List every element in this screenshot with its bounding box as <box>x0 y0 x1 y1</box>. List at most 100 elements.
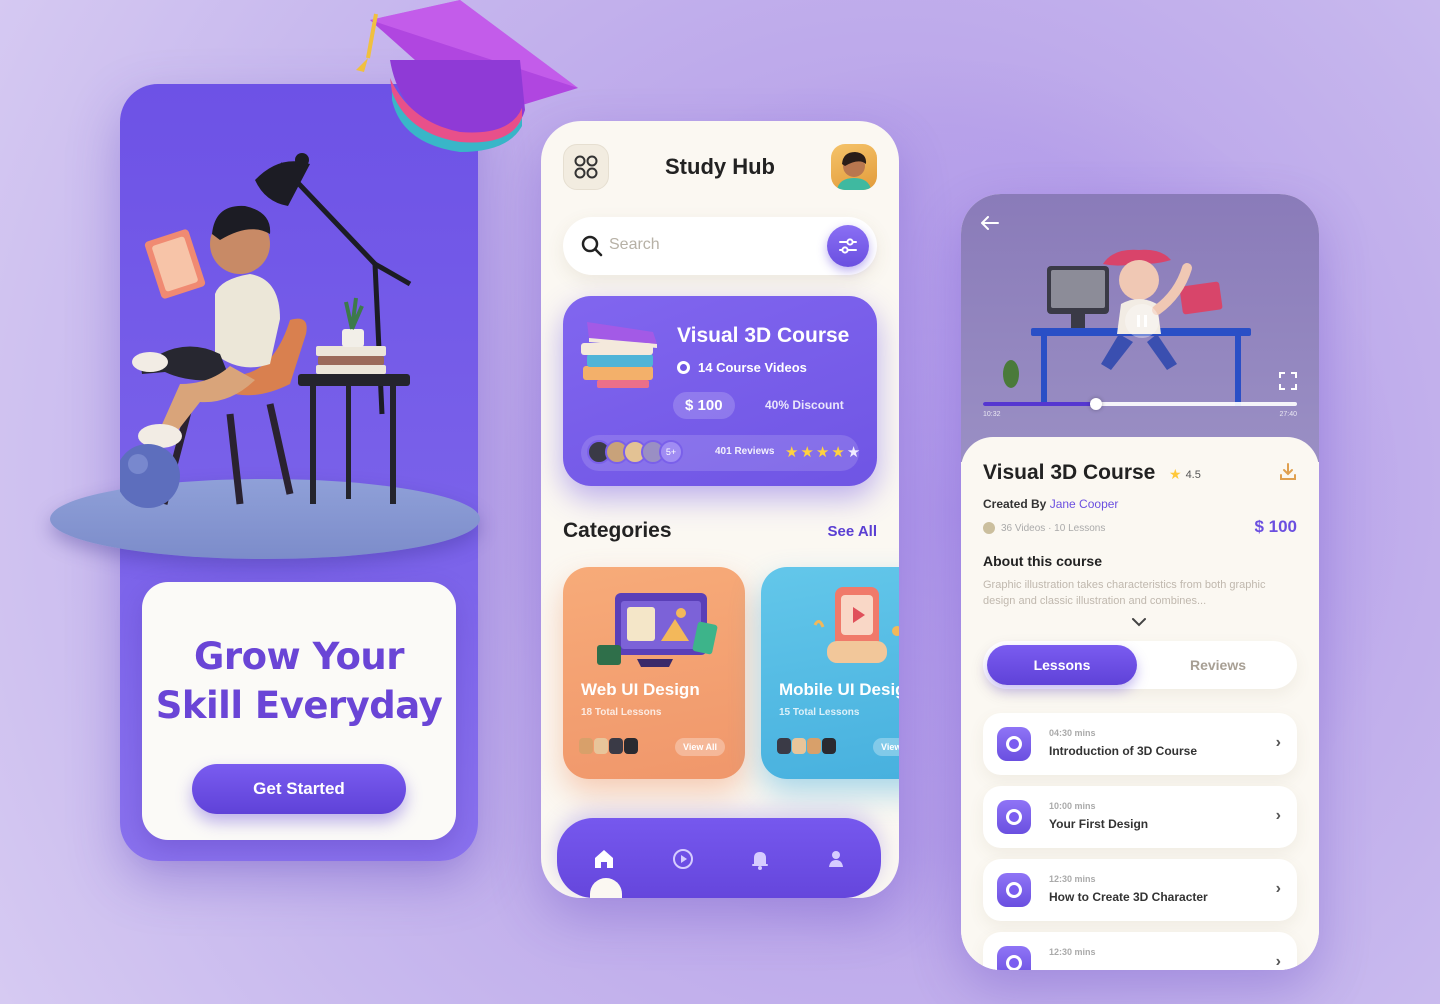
course-rating: ★ 4.5 <box>1169 466 1201 483</box>
lesson-duration: 10:00 mins <box>1049 801 1096 811</box>
course-price: $ 100 <box>1254 517 1297 536</box>
created-by-label: Created By <box>983 497 1047 511</box>
course-detail-screen: 10:32 27:40 Visual 3D Course ★ 4.5 Creat… <box>961 194 1319 970</box>
chevron-right-icon: › <box>1275 734 1281 751</box>
video-player[interactable]: 10:32 27:40 <box>961 194 1319 462</box>
active-nav-indicator <box>590 878 622 898</box>
home-icon[interactable] <box>589 844 619 874</box>
category-card-web-ui[interactable]: Web UI Design 18 Total Lessons View All <box>563 567 745 779</box>
play-icon <box>997 946 1031 970</box>
fullscreen-icon[interactable] <box>1279 372 1297 390</box>
course-author: Created By Jane Cooper <box>983 497 1118 511</box>
search-icon <box>581 235 603 257</box>
lesson-title: How to Create 3D Character <box>1049 890 1208 904</box>
more-avatars-badge: 5+ <box>659 440 683 464</box>
bottom-nav <box>557 818 881 898</box>
course-discount: 40% Discount <box>765 398 844 412</box>
lesson-item[interactable]: 12:30 mins › <box>983 932 1297 970</box>
avatar <box>594 738 608 754</box>
avatar <box>807 738 821 754</box>
profile-icon[interactable] <box>821 844 851 874</box>
video-progress-knob[interactable] <box>1090 398 1103 410</box>
about-text: Graphic illustration takes characteristi… <box>983 579 1266 607</box>
star-icon: ★ <box>800 444 816 461</box>
onboarding-card: Grow Your Skill Everyday Get Started <box>142 582 456 840</box>
category-avatars <box>579 738 639 754</box>
mobile-design-illustration <box>813 587 899 663</box>
avatar <box>777 738 791 754</box>
chevron-right-icon: › <box>1275 880 1281 897</box>
tab-lessons[interactable]: Lessons <box>987 645 1137 685</box>
course-detail-sheet: Visual 3D Course ★ 4.5 Created By Jane C… <box>961 437 1319 970</box>
play-icon <box>997 800 1031 834</box>
category-lessons: 18 Total Lessons <box>581 707 662 718</box>
avatar <box>579 738 593 754</box>
star-icon: ★ <box>815 444 832 461</box>
onboarding-screen: Grow Your Skill Everyday Get Started <box>50 84 480 861</box>
download-icon[interactable] <box>1279 463 1297 481</box>
chevron-right-icon: › <box>1275 953 1281 970</box>
star-icon: ★ <box>846 444 863 461</box>
category-card-mobile-ui[interactable]: Mobile UI Design 15 Total Lessons View <box>761 567 899 779</box>
lesson-item[interactable]: 10:00 mins Your First Design › <box>983 786 1297 848</box>
course-price: $ 100 <box>673 392 735 419</box>
course-meta: 36 Videos · 10 Lessons <box>983 522 1105 534</box>
category-name: Web UI Design <box>581 680 700 699</box>
top-bar: Study Hub <box>563 144 877 192</box>
time-elapsed: 10:32 <box>983 411 1001 418</box>
course-meta-text: 36 Videos · 10 Lessons <box>1001 522 1106 534</box>
pause-icon[interactable] <box>1125 304 1159 338</box>
reviewer-avatars: 5+ <box>587 440 683 464</box>
play-icon <box>997 873 1031 907</box>
lesson-duration: 12:30 mins <box>1049 947 1096 957</box>
review-row: 5+ 401 Reviews ★★★★★ <box>581 435 862 471</box>
course-videos: 14 Course Videos <box>677 360 807 375</box>
home-screen: Study Hub Search Visual 3D Course 14 Cou… <box>541 121 899 898</box>
review-count: 401 Reviews <box>715 446 775 457</box>
course-tabs: Lessons Reviews <box>983 641 1297 689</box>
lesson-item[interactable]: 12:30 mins How to Create 3D Character › <box>983 859 1297 921</box>
featured-course-card[interactable]: Visual 3D Course 14 Course Videos $ 100 … <box>563 296 877 486</box>
bell-icon[interactable] <box>745 844 775 874</box>
lesson-item[interactable]: 04:30 mins Introduction of 3D Course › <box>983 713 1297 775</box>
web-design-illustration <box>597 593 718 667</box>
avatar[interactable] <box>831 144 877 190</box>
avatar <box>822 738 836 754</box>
lesson-title: Introduction of 3D Course <box>1049 744 1197 758</box>
play-icon <box>997 727 1031 761</box>
tab-reviews[interactable]: Reviews <box>1143 645 1293 685</box>
avatar <box>609 738 623 754</box>
lesson-duration: 04:30 mins <box>1049 728 1096 738</box>
search-input[interactable]: Search <box>609 236 660 254</box>
rating-value: 4.5 <box>1185 468 1201 481</box>
get-started-button[interactable]: Get Started <box>192 764 406 814</box>
categories-title: Categories <box>563 519 672 542</box>
lesson-title: Your First Design <box>1049 817 1149 831</box>
avatar <box>792 738 806 754</box>
back-arrow-icon[interactable] <box>981 216 999 230</box>
see-all-link[interactable]: See All <box>828 523 877 540</box>
play-icon[interactable] <box>668 844 698 874</box>
lesson-duration: 12:30 mins <box>1049 874 1096 884</box>
time-total: 27:40 <box>1279 411 1297 418</box>
filter-icon[interactable] <box>827 225 869 267</box>
video-progress-bar[interactable] <box>983 398 1297 410</box>
search-bar[interactable]: Search <box>563 217 877 275</box>
category-avatars <box>777 738 837 754</box>
headline-line-1: Grow Your <box>193 635 405 678</box>
video-progress-fill <box>983 402 1097 406</box>
headline-line-2: Skill Everyday <box>155 684 443 727</box>
course-title: Visual 3D Course <box>983 461 1156 484</box>
books-illustration <box>581 322 657 388</box>
rating-stars: ★★★★★ <box>785 443 862 461</box>
avatar <box>624 738 638 754</box>
meta-icon <box>983 522 995 534</box>
course-title: Visual 3D Course <box>677 324 850 347</box>
author-name[interactable]: Jane Cooper <box>1050 497 1119 511</box>
chevron-down-icon[interactable] <box>1131 617 1147 627</box>
category-lessons: 15 Total Lessons <box>779 707 860 718</box>
star-icon: ★ <box>831 444 847 461</box>
category-tag: View <box>873 738 899 756</box>
about-title: About this course <box>983 553 1103 569</box>
app-title: Study Hub <box>665 154 775 179</box>
